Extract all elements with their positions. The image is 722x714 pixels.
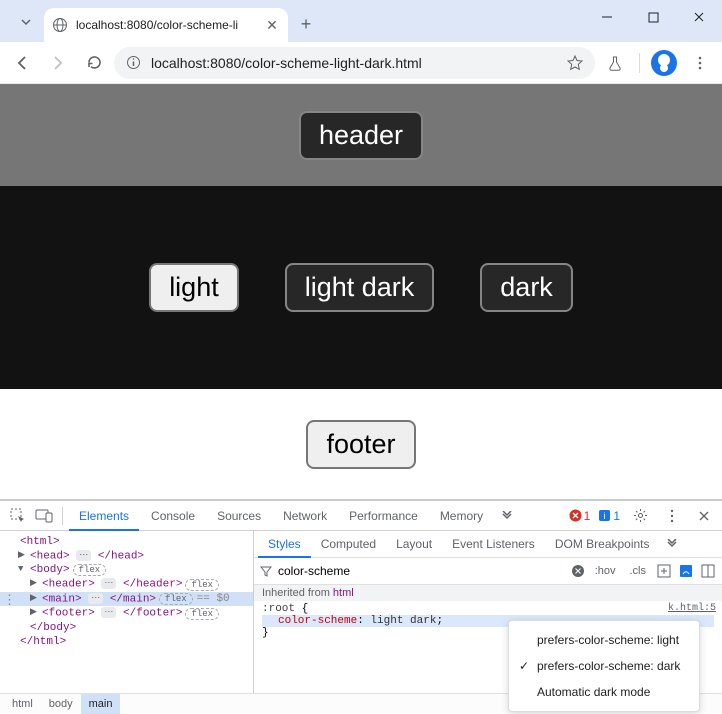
browser-titlebar: localhost:8080/color-scheme-li ✕ + bbox=[0, 0, 722, 42]
breadcrumb-item[interactable]: html bbox=[4, 694, 41, 714]
tab-title: localhost:8080/color-scheme-li bbox=[76, 18, 256, 32]
tab-computed[interactable]: Computed bbox=[311, 531, 386, 558]
more-tabs-icon[interactable] bbox=[660, 532, 684, 556]
profile-button[interactable] bbox=[648, 47, 680, 79]
dom-node: </html> bbox=[0, 635, 253, 649]
inherited-label: Inherited from html bbox=[254, 585, 722, 601]
filter-icon bbox=[260, 565, 272, 577]
tab-search-button[interactable] bbox=[12, 8, 40, 36]
dom-node: ▶<header> ⋯ </header>flex bbox=[0, 577, 253, 591]
info-badge[interactable]: i1 bbox=[598, 509, 620, 523]
labs-button[interactable] bbox=[599, 47, 631, 79]
forward-button[interactable] bbox=[42, 47, 74, 79]
source-link[interactable]: k.html:5 bbox=[668, 603, 716, 614]
styles-filter-bar: :hov .cls bbox=[254, 558, 722, 585]
close-devtools-icon[interactable] bbox=[692, 504, 716, 528]
emulation-menu: prefers-color-scheme: light ✓prefers-col… bbox=[508, 620, 700, 712]
devtools-body: <html> ▶<head> ⋯ </head> ▼<body>flex ▶<h… bbox=[0, 531, 722, 693]
devtools-tab-bar: Elements Console Sources Network Perform… bbox=[0, 501, 722, 531]
page-header: header bbox=[0, 84, 722, 186]
divider bbox=[639, 53, 640, 73]
breadcrumb-item[interactable]: main bbox=[81, 694, 121, 714]
avatar-icon bbox=[651, 50, 677, 76]
page-main: light light dark dark bbox=[0, 186, 722, 389]
back-button[interactable] bbox=[6, 47, 38, 79]
button-light[interactable]: light bbox=[149, 263, 239, 312]
dom-node: ▼<body>flex bbox=[0, 563, 253, 577]
tab-network[interactable]: Network bbox=[273, 501, 337, 531]
browser-tab[interactable]: localhost:8080/color-scheme-li ✕ bbox=[44, 8, 288, 42]
emulation-option-selected[interactable]: ✓prefers-color-scheme: dark bbox=[509, 653, 699, 679]
divider bbox=[62, 507, 63, 525]
button-dark[interactable]: dark bbox=[480, 263, 573, 312]
device-icon[interactable] bbox=[32, 504, 56, 528]
inspect-icon[interactable] bbox=[6, 504, 30, 528]
emulation-icon[interactable] bbox=[678, 563, 694, 579]
tab-dom-breakpoints[interactable]: DOM Breakpoints bbox=[545, 531, 660, 558]
gear-icon[interactable] bbox=[628, 504, 652, 528]
maximize-button[interactable] bbox=[630, 0, 676, 34]
star-icon[interactable] bbox=[567, 55, 583, 71]
hov-toggle[interactable]: :hov bbox=[591, 565, 620, 577]
styles-pane: Styles Computed Layout Event Listeners D… bbox=[254, 531, 722, 693]
cls-toggle[interactable]: .cls bbox=[626, 565, 651, 577]
dom-node: ▶<head> ⋯ </head> bbox=[0, 549, 253, 563]
new-rule-icon[interactable] bbox=[656, 563, 672, 579]
close-icon[interactable]: ✕ bbox=[264, 17, 280, 33]
page-viewport: header light light dark dark footer bbox=[0, 84, 722, 499]
check-icon: ✓ bbox=[519, 659, 529, 673]
header-box: header bbox=[299, 111, 423, 160]
filter-input[interactable] bbox=[278, 564, 565, 578]
dom-node: <html> bbox=[0, 535, 253, 549]
site-info-icon[interactable] bbox=[126, 55, 141, 70]
clear-filter-icon[interactable] bbox=[571, 564, 585, 578]
menu-button[interactable] bbox=[684, 47, 716, 79]
kebab-icon[interactable] bbox=[660, 504, 684, 528]
devtools-panel: Elements Console Sources Network Perform… bbox=[0, 499, 722, 713]
breadcrumb-item[interactable]: body bbox=[41, 694, 81, 714]
emulation-option[interactable]: Automatic dark mode bbox=[509, 679, 699, 705]
tab-elements[interactable]: Elements bbox=[69, 501, 139, 531]
dom-node: </body> bbox=[0, 621, 253, 635]
tab-performance[interactable]: Performance bbox=[339, 501, 428, 531]
button-light-dark[interactable]: light dark bbox=[285, 263, 435, 312]
tab-layout[interactable]: Layout bbox=[386, 531, 442, 558]
tab-sources[interactable]: Sources bbox=[207, 501, 271, 531]
dom-node-selected: ⋮▶<main> ⋯ </main>flex== $0 bbox=[0, 592, 253, 606]
close-window-button[interactable] bbox=[676, 0, 722, 34]
styles-tab-bar: Styles Computed Layout Event Listeners D… bbox=[254, 531, 722, 558]
url-text: localhost:8080/color-scheme-light-dark.h… bbox=[151, 55, 557, 71]
new-tab-button[interactable]: + bbox=[292, 10, 320, 38]
globe-icon bbox=[52, 17, 68, 33]
browser-toolbar: localhost:8080/color-scheme-light-dark.h… bbox=[0, 42, 722, 84]
dom-node: ▶<footer> ⋯ </footer>flex bbox=[0, 606, 253, 620]
address-bar[interactable]: localhost:8080/color-scheme-light-dark.h… bbox=[114, 47, 595, 79]
dom-tree[interactable]: <html> ▶<head> ⋯ </head> ▼<body>flex ▶<h… bbox=[0, 531, 254, 693]
minimize-button[interactable] bbox=[584, 0, 630, 34]
tab-event-listeners[interactable]: Event Listeners bbox=[442, 531, 545, 558]
tab-console[interactable]: Console bbox=[141, 501, 205, 531]
page-footer: footer bbox=[0, 389, 722, 499]
tab-memory[interactable]: Memory bbox=[430, 501, 493, 531]
error-badge[interactable]: 1 bbox=[569, 509, 591, 523]
footer-box: footer bbox=[306, 420, 415, 469]
tab-styles[interactable]: Styles bbox=[258, 531, 311, 558]
chevron-down-icon bbox=[20, 16, 32, 28]
reload-button[interactable] bbox=[78, 47, 110, 79]
computed-toggle-icon[interactable] bbox=[700, 563, 716, 579]
emulation-option[interactable]: prefers-color-scheme: light bbox=[509, 627, 699, 653]
window-controls bbox=[584, 0, 722, 34]
svg-text:i: i bbox=[604, 511, 606, 521]
more-tabs-icon[interactable] bbox=[495, 504, 519, 528]
